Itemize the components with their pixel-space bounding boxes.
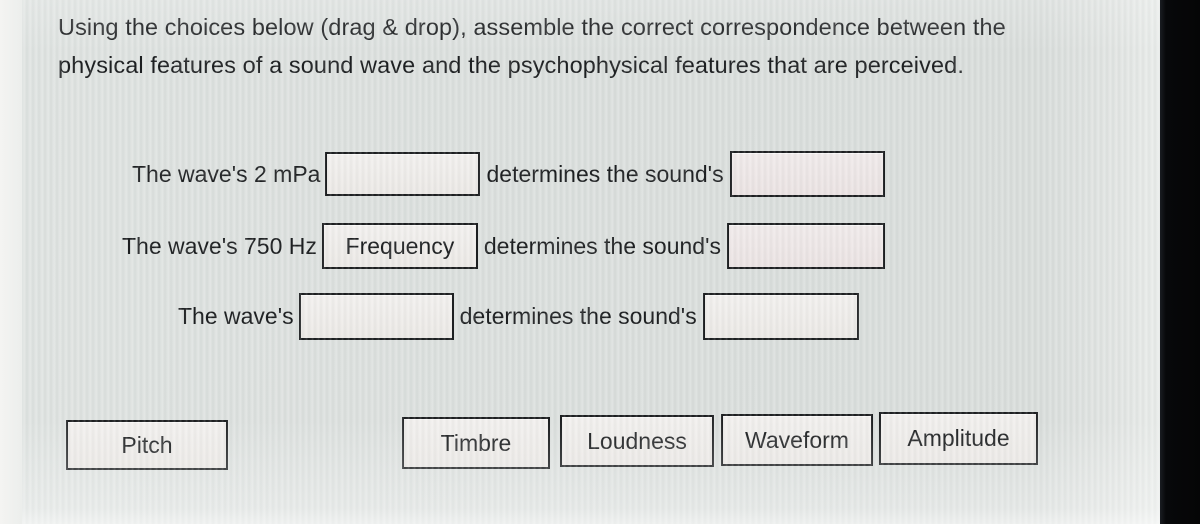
screen-left-edge <box>0 0 22 524</box>
choice-chip-waveform[interactable]: Waveform <box>721 414 873 466</box>
row-1-connector-label: determines the sound's <box>486 160 724 187</box>
row-2-physical-dropzone[interactable]: Frequency <box>321 223 478 269</box>
row-1-perceptual-dropzone[interactable] <box>729 151 885 197</box>
row-2-connector-label: determines the sound's <box>483 232 721 259</box>
choice-chip-amplitude[interactable]: Amplitude <box>879 412 1038 465</box>
screen-surface: Using the choices below (drag & drop), a… <box>0 0 1160 524</box>
row-2-perceptual-dropzone[interactable] <box>726 223 885 269</box>
row-3-connector-label: determines the sound's <box>459 302 697 329</box>
row-3-prefix-label: The wave's <box>178 302 294 329</box>
assembly-row-3: The wave's determines the sound's <box>178 292 859 340</box>
assembly-row-2: The wave's 750 Hz Frequency determines t… <box>122 222 885 270</box>
question-instructions: Using the choices below (drag & drop), a… <box>58 14 1006 78</box>
row-1-physical-dropzone[interactable] <box>325 152 481 196</box>
assembly-row-1: The wave's 2 mPa determines the sound's <box>132 150 885 198</box>
choice-chip-timbre[interactable]: Timbre <box>402 417 550 469</box>
row-3-perceptual-dropzone[interactable] <box>702 292 859 340</box>
row-2-prefix-label: The wave's 750 Hz <box>122 232 317 259</box>
row-3-physical-dropzone[interactable] <box>298 292 454 340</box>
choice-chip-pitch[interactable]: Pitch <box>66 420 228 470</box>
row-1-prefix-label: The wave's 2 mPa <box>132 160 321 187</box>
quiz-content: Using the choices below (drag & drop), a… <box>0 0 1160 524</box>
choice-chip-loudness[interactable]: Loudness <box>560 415 714 467</box>
monitor-bezel <box>1160 0 1200 524</box>
